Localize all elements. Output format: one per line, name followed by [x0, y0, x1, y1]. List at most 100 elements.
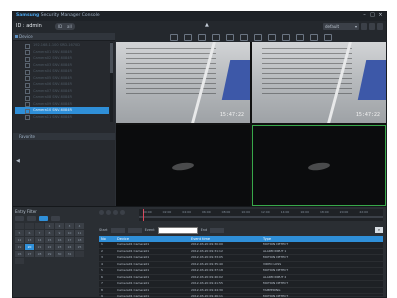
grid-icon[interactable]: [361, 23, 367, 30]
tree-item-label: Camera01 SNV-6084R: [33, 49, 72, 54]
timeline-tick: 18:00: [320, 210, 329, 214]
tree-item-label: Camera08 SNV-6084R: [33, 95, 72, 100]
zoom-icon[interactable]: [295, 34, 304, 41]
calendar-day[interactable]: 14: [35, 237, 44, 243]
calendar-day[interactable]: 15: [45, 237, 54, 243]
pause-icon[interactable]: [113, 210, 118, 215]
video-tile[interactable]: [252, 125, 386, 206]
layout-4-icon[interactable]: [183, 34, 192, 41]
table-cell: MOTION DETECT: [263, 294, 289, 298]
table-cell: 2012-03-20 09:35:40: [191, 261, 223, 266]
play-icon[interactable]: [106, 210, 111, 215]
calendar-day[interactable]: 12: [15, 237, 24, 243]
calendar-day[interactable]: 26: [15, 251, 24, 257]
calendar-day[interactable]: 10: [65, 230, 74, 236]
table-cell: 8: [101, 287, 103, 292]
next-month-button[interactable]: [51, 216, 60, 221]
settings-icon[interactable]: [369, 23, 375, 30]
calendar-day[interactable]: 27: [25, 251, 34, 257]
timestamp-overlay: 15:47:22: [355, 112, 380, 118]
search-icon[interactable]: ⌕: [375, 227, 383, 233]
timeline-tick: 22:00: [359, 210, 368, 214]
event-filter: Start Event End ⌕: [99, 226, 383, 234]
calendar-day[interactable]: 22: [45, 244, 54, 250]
scroll-thumb[interactable]: [110, 43, 113, 73]
maximize-icon[interactable]: □: [370, 13, 375, 18]
video-tile[interactable]: 15:47:22: [252, 42, 386, 123]
video-tile[interactable]: [116, 125, 250, 206]
calendar-day[interactable]: 11: [75, 230, 84, 236]
month-select[interactable]: [27, 216, 36, 221]
calendar-day[interactable]: 21: [35, 244, 44, 250]
fullscreen-icon[interactable]: [309, 34, 318, 41]
layout-16-icon[interactable]: [211, 34, 220, 41]
rewind-icon[interactable]: [99, 210, 104, 215]
help-icon[interactable]: [377, 23, 383, 30]
calendar-day[interactable]: 8: [45, 230, 54, 236]
calendar-day[interactable]: 18: [75, 237, 84, 243]
close-icon[interactable]: ×: [378, 13, 383, 18]
layout-9-icon[interactable]: [197, 34, 206, 41]
filter-start-input[interactable]: [110, 227, 125, 233]
event-table-body: 1 Camera01 Camera01 2012-03-20 09:30:00 MOT…: [99, 242, 383, 298]
chevron-up-icon[interactable]: ▲: [205, 22, 209, 28]
table-cell: MOTION DETECT: [263, 255, 289, 259]
timeline-ruler[interactable]: 00:00 02:00 04:00 06:00 08:00 10:00 12:00 14:00…: [139, 209, 383, 221]
record-icon[interactable]: [253, 34, 262, 41]
tree-item-label: Camera09 SNV-6084R: [33, 101, 72, 106]
tree-item-label: Camera04 SNV-6084R: [33, 69, 72, 74]
timestamp-overlay: 15:47:22: [219, 112, 244, 118]
video-tile[interactable]: 15:47:22: [116, 42, 250, 123]
calendar-day[interactable]: 3: [65, 223, 74, 229]
timeline-track[interactable]: [139, 216, 383, 218]
camera-feed: 15:47:22: [116, 42, 250, 123]
collapse-left-icon[interactable]: ◀: [16, 158, 20, 164]
calendar-day[interactable]: 17: [65, 237, 74, 243]
table-cell: 2012-03-20 09:30:00: [191, 242, 223, 246]
device-tree-scrollbar[interactable]: [110, 42, 113, 122]
toolbar-toggle[interactable]: ID all: [55, 23, 75, 30]
calendar-day[interactable]: 7: [35, 230, 44, 236]
calendar-day[interactable]: 5: [15, 230, 24, 236]
close-all-icon[interactable]: [323, 34, 332, 41]
calendar-day[interactable]: 2: [55, 223, 64, 229]
calendar-day[interactable]: 31: [65, 251, 74, 257]
forward-icon[interactable]: [120, 210, 125, 215]
table-cell: 6: [101, 274, 103, 279]
ptz-icon[interactable]: [281, 34, 290, 41]
calendar-day[interactable]: 16: [55, 237, 64, 243]
calendar-day[interactable]: 9: [55, 230, 64, 236]
calendar-day[interactable]: 20: [25, 244, 34, 250]
filter-start-time[interactable]: [127, 227, 142, 233]
calendar-day[interactable]: 30: [55, 251, 64, 257]
calendar-day[interactable]: 25: [75, 244, 84, 250]
layout-select[interactable]: default: [323, 23, 359, 30]
snapshot-icon[interactable]: [239, 34, 248, 41]
tree-item-label: Camera05 SNV-6084R: [33, 75, 72, 80]
audio-icon[interactable]: [267, 34, 276, 41]
layout-1-icon[interactable]: [169, 34, 178, 41]
calendar-day[interactable]: 19: [15, 244, 24, 250]
user-label: ID : admin: [16, 23, 42, 29]
calendar-day[interactable]: 29: [45, 251, 54, 257]
table-cell: Camera01 Camera01: [117, 261, 150, 266]
filter-type-input[interactable]: [157, 226, 198, 234]
table-cell: TAMPERING: [263, 287, 281, 292]
table-row[interactable]: 9 Camera01 Camera01 2012-03-20 09:46:11 MOT…: [99, 294, 383, 298]
calendar-day[interactable]: 24: [65, 244, 74, 250]
sequence-icon[interactable]: [225, 34, 234, 41]
filter-end-input[interactable]: [210, 227, 225, 233]
calendar-day[interactable]: 28: [35, 251, 44, 257]
calendar-day[interactable]: 13: [25, 237, 34, 243]
tree-item[interactable]: Camera11 SNV-6084R: [15, 114, 109, 120]
year-select[interactable]: [39, 216, 48, 221]
timeline-tick: 12:00: [261, 210, 270, 214]
playback-panel: Entry Filter 1 2 3 4 5 6 7 8 9 10 11 12 13 14 15 16 17 18…: [13, 206, 386, 298]
calendar-day[interactable]: 6: [25, 230, 34, 236]
calendar-day[interactable]: 1: [45, 223, 54, 229]
calendar-day[interactable]: 23: [55, 244, 64, 250]
prev-month-button[interactable]: [15, 216, 24, 221]
minimize-icon[interactable]: –: [362, 13, 367, 18]
calendar-day[interactable]: 4: [75, 223, 84, 229]
checkbox[interactable]: [25, 115, 30, 120]
